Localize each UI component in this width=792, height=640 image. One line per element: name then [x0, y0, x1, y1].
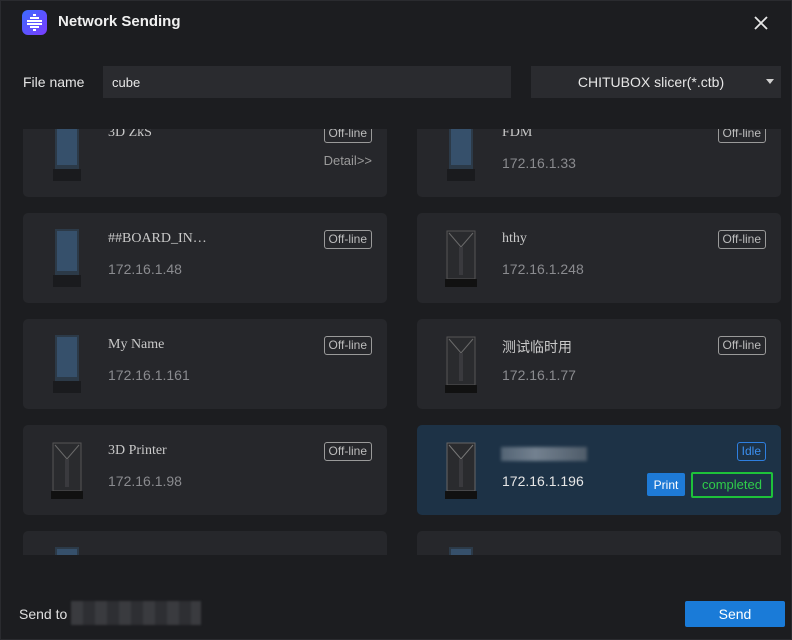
title-bar: Network Sending — [1, 1, 791, 45]
printer-dark-icon — [51, 442, 83, 499]
detail-link[interactable]: Detail>> — [324, 153, 372, 168]
file-name-input[interactable] — [103, 66, 511, 98]
status-badge: Off-line — [323, 129, 372, 143]
printer-dark-icon — [445, 336, 477, 393]
chitubox-logo-icon — [22, 10, 47, 35]
printer-dark-icon — [445, 442, 477, 499]
status-badge: Off-line — [717, 230, 766, 249]
printer-blue-icon — [53, 229, 81, 287]
device-card[interactable] — [417, 531, 781, 555]
file-format-value: CHITUBOX slicer(*.ctb) — [577, 74, 725, 90]
device-ip: 172.16.1.77 — [502, 367, 576, 383]
device-name: 3D ZkS — [108, 129, 152, 140]
chevron-down-icon — [766, 79, 774, 84]
close-icon[interactable] — [749, 11, 773, 35]
printer-dark-icon — [445, 230, 477, 287]
device-card[interactable]: My Name 172.16.1.161 Off-line — [23, 319, 387, 409]
file-name-label: File name — [23, 74, 85, 90]
device-ip: 172.16.1.248 — [502, 261, 584, 277]
dialog-title: Network Sending — [58, 13, 181, 30]
device-card[interactable]: hthy 172.16.1.248 Off-line — [417, 213, 781, 303]
device-card[interactable]: ##BOARD_IN… 172.16.1.48 Off-line — [23, 213, 387, 303]
device-name: ##BOARD_IN… — [108, 231, 207, 246]
device-ip: 172.16.1.196 — [502, 473, 584, 489]
status-badge: Off-line — [717, 336, 766, 355]
device-ip: 172.16.1.98 — [108, 473, 182, 489]
status-badge: Off-line — [323, 442, 372, 461]
device-name-redacted — [501, 447, 587, 461]
device-list[interactable]: 3D ZkS Off-line Detail>> FDM 172.16.1.33… — [1, 129, 791, 555]
device-name: FDM — [502, 129, 533, 140]
network-sending-dialog: Network Sending File name CHITUBOX slice… — [0, 0, 792, 640]
device-card-selected[interactable]: 172.16.1.196 Idle Print completed — [417, 425, 781, 515]
printer-blue-icon — [449, 547, 473, 555]
printer-blue-icon — [53, 129, 81, 181]
status-badge: Off-line — [323, 336, 372, 355]
send-to-label: Send to — [19, 606, 68, 622]
device-name: 3D Printer — [108, 443, 167, 458]
device-ip: 172.16.1.48 — [108, 261, 182, 277]
device-name: 测试临时用 — [502, 340, 572, 356]
device-ip: 172.16.1.33 — [502, 155, 576, 171]
status-badge: Idle — [736, 442, 766, 461]
status-badge: Off-line — [323, 230, 372, 249]
device-name: My Name — [108, 337, 165, 352]
printer-blue-icon — [447, 129, 475, 181]
file-format-select[interactable]: CHITUBOX slicer(*.ctb) — [531, 66, 781, 98]
printer-blue-icon — [55, 547, 79, 555]
device-card[interactable]: 3D Printer 172.16.1.98 Off-line — [23, 425, 387, 515]
status-badge: Off-line — [717, 129, 766, 143]
device-card[interactable]: 3D ZkS Off-line Detail>> — [23, 129, 387, 197]
device-card[interactable]: FDM 172.16.1.33 Off-line — [417, 129, 781, 197]
send-to-value-redacted — [71, 601, 201, 625]
job-status-label: completed — [691, 472, 773, 498]
device-card[interactable]: 测试临时用 172.16.1.77 Off-line — [417, 319, 781, 409]
device-card[interactable] — [23, 531, 387, 555]
printer-blue-icon — [53, 335, 81, 393]
send-button[interactable]: Send — [685, 601, 785, 627]
print-button[interactable]: Print — [647, 473, 685, 496]
device-name: hthy — [502, 231, 527, 246]
device-ip: 172.16.1.161 — [108, 367, 190, 383]
